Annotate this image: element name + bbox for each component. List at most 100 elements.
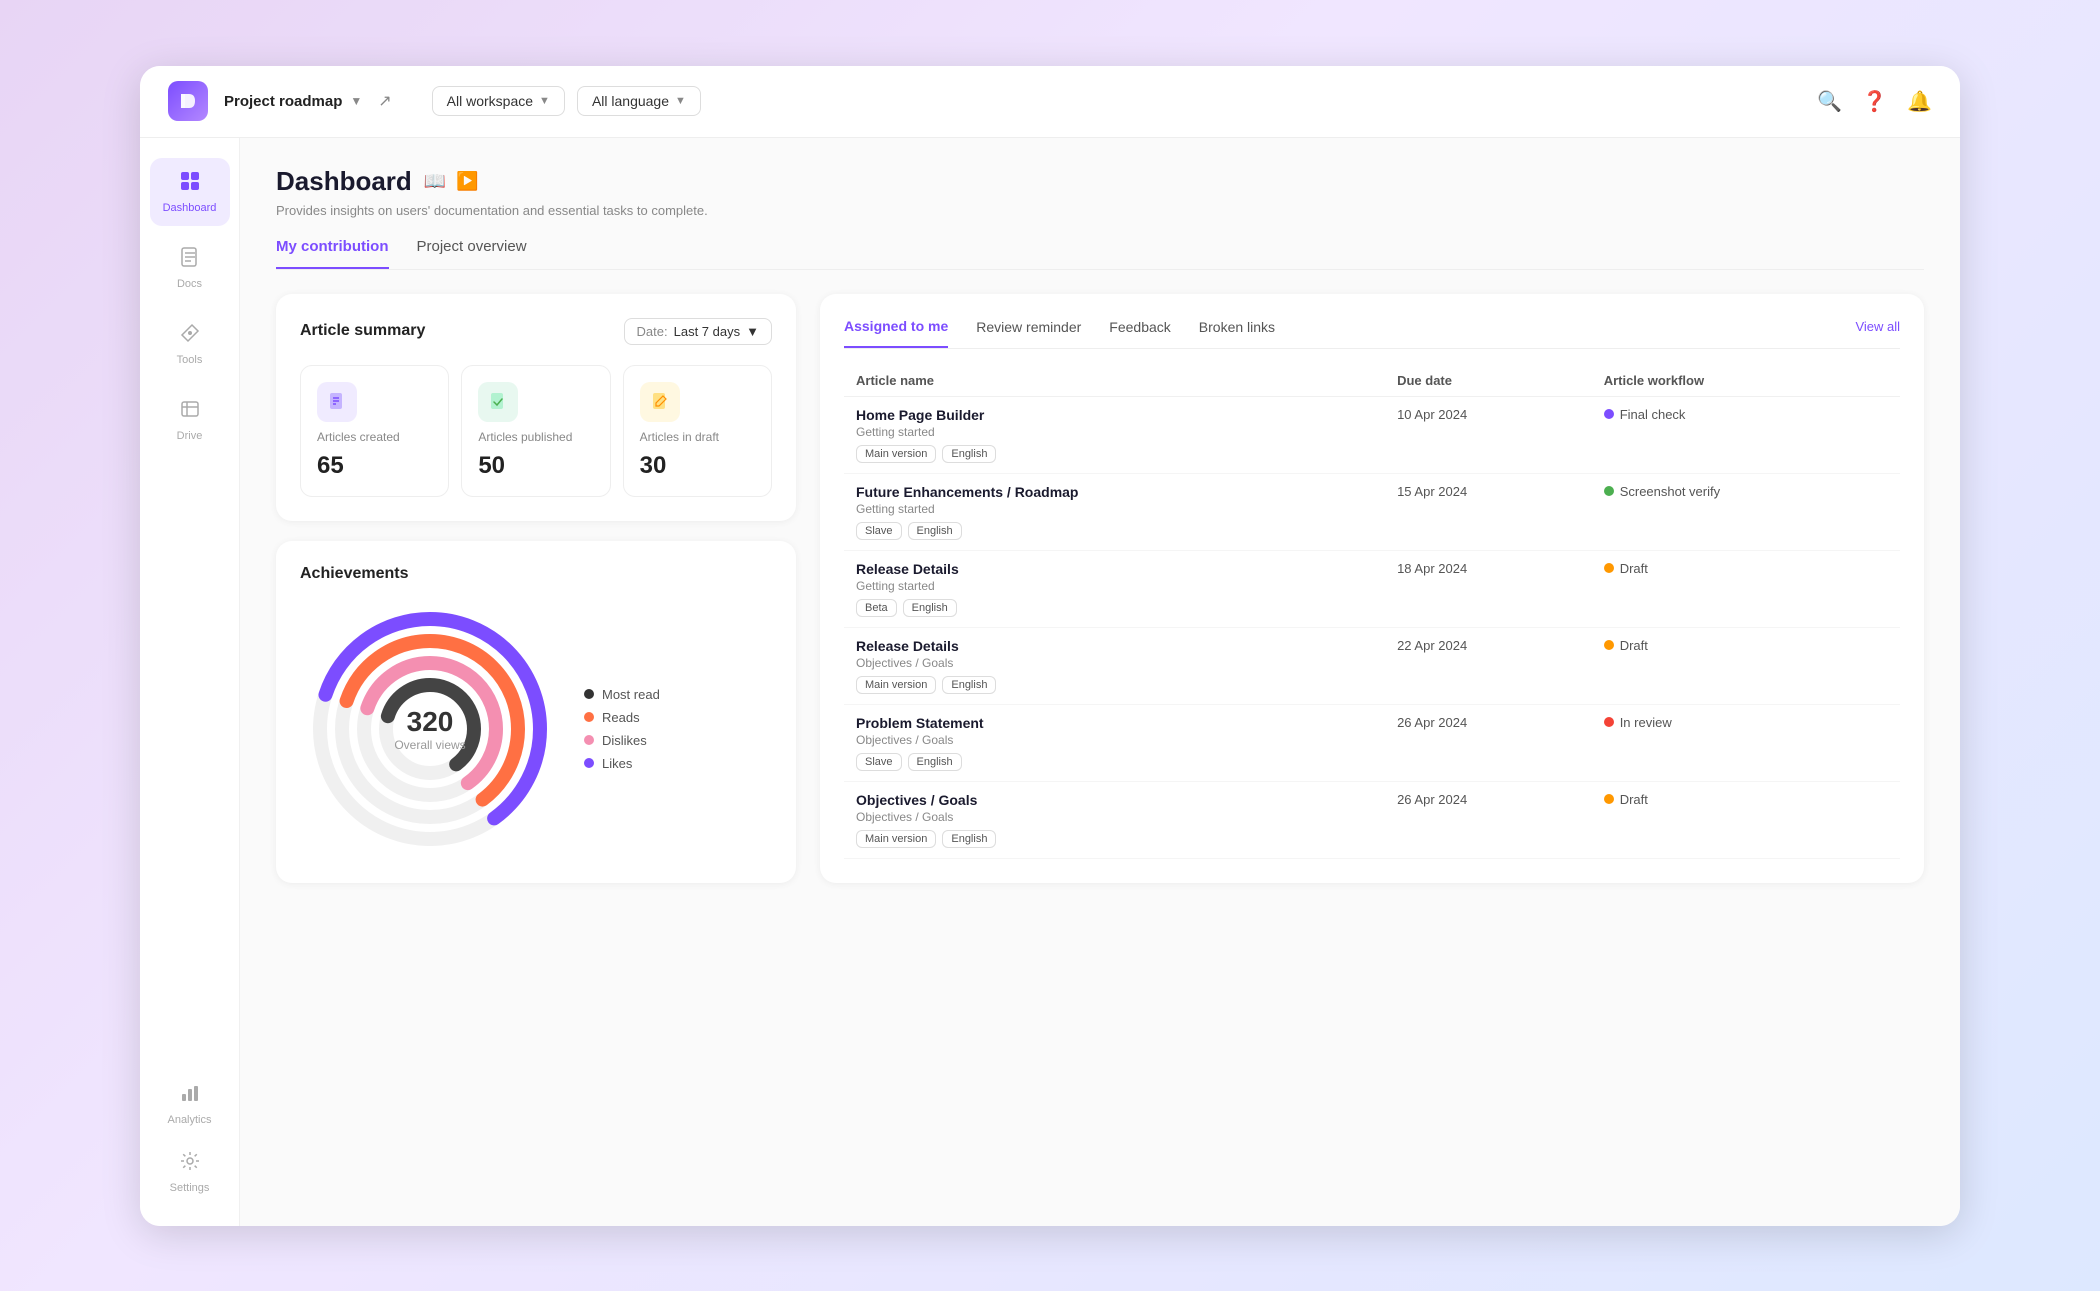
page-title: Dashboard xyxy=(276,166,412,197)
book-icon[interactable]: 📖 xyxy=(424,171,446,192)
table-header: Article name Due date Article workflow xyxy=(844,365,1900,397)
article-table: Article name Due date Article workflow H… xyxy=(844,365,1900,859)
left-column: Article summary Date: Last 7 days ▼ xyxy=(276,294,796,883)
notification-icon[interactable]: 🔔 xyxy=(1907,89,1932,114)
sidebar-item-dashboard[interactable]: Dashboard xyxy=(150,158,230,226)
article-name: Future Enhancements / Roadmap xyxy=(856,484,1373,500)
tag-row: BetaEnglish xyxy=(856,599,1373,617)
article-section: Getting started xyxy=(856,502,1373,516)
sidebar-item-settings[interactable]: Settings xyxy=(150,1138,230,1206)
table-row[interactable]: Future Enhancements / Roadmap Getting st… xyxy=(844,473,1900,550)
sidebar-bottom: Analytics Settings xyxy=(150,1070,230,1206)
table-row[interactable]: Problem Statement Objectives / Goals Sla… xyxy=(844,704,1900,781)
app-container: Project roadmap ▼ ↗ All workspace ▼ All … xyxy=(140,66,1960,1226)
tab-assigned-to-me[interactable]: Assigned to me xyxy=(844,318,948,348)
logo xyxy=(168,81,208,121)
tab-my-contribution[interactable]: My contribution xyxy=(276,238,389,269)
col-article-name: Article name xyxy=(844,365,1385,397)
stat-icon-draft xyxy=(640,382,680,422)
view-all-button[interactable]: View all xyxy=(1855,319,1900,346)
due-date: 22 Apr 2024 xyxy=(1397,638,1580,653)
sidebar-item-drive[interactable]: Drive xyxy=(150,386,230,454)
tab-review-reminder[interactable]: Review reminder xyxy=(976,319,1081,347)
stat-articles-created: Articles created 65 xyxy=(300,365,449,497)
tag: Main version xyxy=(856,830,936,848)
tab-broken-links[interactable]: Broken links xyxy=(1199,319,1275,347)
tag-row: Main versionEnglish xyxy=(856,676,1373,694)
tag: English xyxy=(942,830,996,848)
table-row[interactable]: Home Page Builder Getting started Main v… xyxy=(844,396,1900,473)
article-name: Release Details xyxy=(856,561,1373,577)
legend-likes: Likes xyxy=(584,756,660,771)
due-date: 10 Apr 2024 xyxy=(1397,407,1580,422)
date-chevron-icon: ▼ xyxy=(746,324,759,339)
tag-row: SlaveEnglish xyxy=(856,522,1373,540)
tag: English xyxy=(908,753,962,771)
legend-dot-reads xyxy=(584,712,594,722)
sidebar: Dashboard Docs xyxy=(140,138,240,1226)
col-workflow: Article workflow xyxy=(1592,365,1900,397)
docs-icon xyxy=(179,246,201,274)
tag: English xyxy=(903,599,957,617)
workspace-chevron-icon: ▼ xyxy=(539,95,550,107)
workflow-status: Final check xyxy=(1604,407,1888,422)
tools-icon xyxy=(179,322,201,350)
legend-dot-likes xyxy=(584,758,594,768)
tag: English xyxy=(942,676,996,694)
due-date: 26 Apr 2024 xyxy=(1397,715,1580,730)
workflow-dot xyxy=(1604,640,1614,650)
tag: Slave xyxy=(856,753,902,771)
workflow-label: Final check xyxy=(1620,407,1686,422)
date-filter[interactable]: Date: Last 7 days ▼ xyxy=(624,318,772,345)
stat-articles-draft: Articles in draft 30 xyxy=(623,365,772,497)
workflow-status: Screenshot verify xyxy=(1604,484,1888,499)
workflow-status: In review xyxy=(1604,715,1888,730)
page-header: Dashboard 📖 ▶️ xyxy=(276,166,1924,197)
workspace-filter[interactable]: All workspace ▼ xyxy=(432,86,565,116)
workflow-label: Draft xyxy=(1620,561,1648,576)
legend-reads: Reads xyxy=(584,710,660,725)
help-icon[interactable]: ❓ xyxy=(1862,89,1887,114)
dashboard-icon xyxy=(179,170,201,198)
workflow-status: Draft xyxy=(1604,792,1888,807)
article-section: Getting started xyxy=(856,579,1373,593)
tab-feedback[interactable]: Feedback xyxy=(1109,319,1170,347)
col-due-date: Due date xyxy=(1385,365,1592,397)
external-link-icon[interactable]: ↗ xyxy=(378,91,391,111)
article-section: Objectives / Goals xyxy=(856,810,1373,824)
right-card: Assigned to me Review reminder Feedback … xyxy=(820,294,1924,883)
workflow-status: Draft xyxy=(1604,638,1888,653)
workflow-dot xyxy=(1604,409,1614,419)
article-section: Objectives / Goals xyxy=(856,656,1373,670)
sidebar-item-docs[interactable]: Docs xyxy=(150,234,230,302)
play-icon[interactable]: ▶️ xyxy=(456,171,478,192)
project-name[interactable]: Project roadmap ▼ xyxy=(224,93,362,110)
tag: Slave xyxy=(856,522,902,540)
language-filter[interactable]: All language ▼ xyxy=(577,86,701,116)
table-row[interactable]: Objectives / Goals Objectives / Goals Ma… xyxy=(844,781,1900,858)
language-chevron-icon: ▼ xyxy=(675,95,686,107)
two-col-layout: Article summary Date: Last 7 days ▼ xyxy=(276,294,1924,883)
table-row[interactable]: Release Details Objectives / Goals Main … xyxy=(844,627,1900,704)
workflow-dot xyxy=(1604,563,1614,573)
sidebar-item-analytics[interactable]: Analytics xyxy=(150,1070,230,1138)
workflow-dot xyxy=(1604,486,1614,496)
achievements-card: Achievements xyxy=(276,541,796,883)
right-tabs: Assigned to me Review reminder Feedback … xyxy=(844,318,1900,349)
stat-icon-published xyxy=(478,382,518,422)
tab-project-overview[interactable]: Project overview xyxy=(417,238,527,269)
article-summary-card: Article summary Date: Last 7 days ▼ xyxy=(276,294,796,521)
workflow-label: In review xyxy=(1620,715,1672,730)
sidebar-item-tools[interactable]: Tools xyxy=(150,310,230,378)
search-icon[interactable]: 🔍 xyxy=(1817,89,1842,114)
workflow-label: Draft xyxy=(1620,792,1648,807)
analytics-icon xyxy=(179,1082,201,1110)
article-name: Home Page Builder xyxy=(856,407,1373,423)
stat-icon-created xyxy=(317,382,357,422)
main-layout: Dashboard Docs xyxy=(140,138,1960,1226)
top-bar-right: 🔍 ❓ 🔔 xyxy=(1817,89,1932,114)
table-row[interactable]: Release Details Getting started BetaEngl… xyxy=(844,550,1900,627)
article-name: Objectives / Goals xyxy=(856,792,1373,808)
article-name: Problem Statement xyxy=(856,715,1373,731)
tag-row: Slave English xyxy=(856,753,1373,771)
